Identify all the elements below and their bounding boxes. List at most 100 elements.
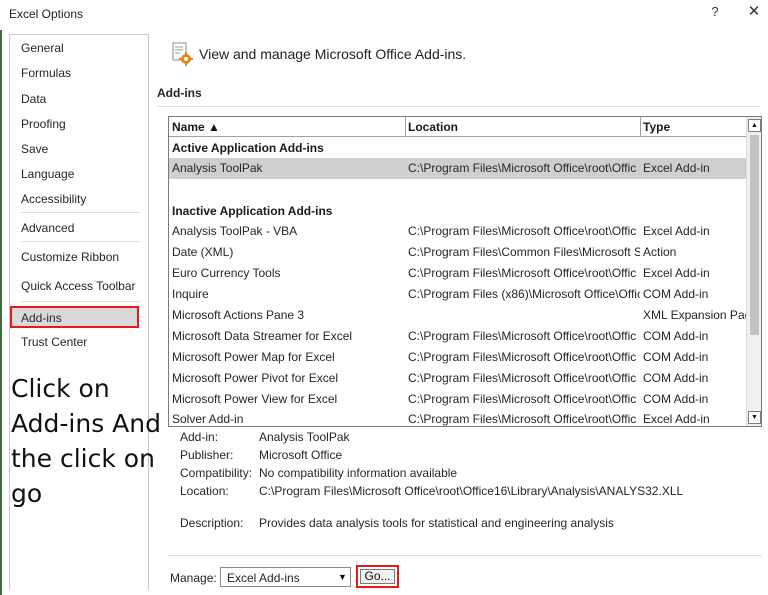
table-row[interactable]: Date (XML) C:\Program Files\Common Files… [169,242,746,263]
add-ins-list[interactable]: Name ▲ Location Type Active Application … [168,116,762,427]
list-header: Name ▲ Location Type [169,117,746,137]
scroll-up-icon[interactable]: ▲ [748,119,761,132]
cell-location: C:\Program Files\Microsoft Office\root\O… [408,329,637,343]
annotation-line: Add-ins And [11,409,161,438]
scroll-down-icon[interactable]: ▼ [748,411,761,424]
chevron-down-icon: ▼ [338,572,347,582]
table-row[interactable]: Microsoft Power View for Excel C:\Progra… [169,389,746,410]
sidebar-divider [20,301,141,302]
section-title: Add-ins [157,86,202,100]
cell-name: Microsoft Actions Pane 3 [172,308,305,322]
sidebar-divider [20,241,141,242]
annotation-line: the click on [11,444,155,473]
cell-location: C:\Program Files\Microsoft Office\root\O… [408,224,637,238]
cell-type: XML Expansion Pack [643,308,747,322]
cell-type: COM Add-in [643,371,709,385]
cell-location: C:\Program Files\Microsoft Office\root\O… [408,350,637,364]
cell-location: C:\Program Files\Microsoft Office\root\O… [408,371,637,385]
detail-label-compatibility: Compatibility: [180,466,253,480]
cell-name: Analysis ToolPak - VBA [172,224,298,238]
window-edge [0,30,2,595]
manage-dropdown[interactable]: Excel Add-ins ▼ [220,567,351,587]
detail-label-addin: Add-in: [180,430,219,444]
column-header-type[interactable]: Type [643,120,670,134]
page-heading: View and manage Microsoft Office Add-ins… [199,46,467,62]
sidebar-item-save[interactable]: Save [21,142,48,156]
cell-name: Microsoft Data Streamer for Excel [172,329,353,343]
cell-type: COM Add-in [643,329,709,343]
footer-divider [168,555,762,556]
manage-label: Manage: [170,571,217,585]
cell-type: Excel Add-in [643,224,710,238]
detail-value-description: Provides data analysis tools for statist… [259,516,614,530]
window-title: Excel Options [9,7,84,21]
cell-type: Action [643,245,677,259]
cell-location: C:\Program Files\Microsoft Office\root\O… [408,412,637,426]
title-bar: Excel Options ? ✕ [0,0,768,28]
cell-name: Euro Currency Tools [172,266,281,280]
detail-label-description: Description: [180,516,244,530]
table-row[interactable]: Inquire C:\Program Files (x86)\Microsoft… [169,284,746,305]
annotation-line: Click on [11,374,110,403]
sidebar-item-proofing[interactable]: Proofing [21,117,66,131]
cell-type: COM Add-in [643,287,709,301]
cell-location: C:\Program Files (x86)\Microsoft Office\… [408,287,640,301]
cell-type: Excel Add-in [643,412,710,426]
sidebar-item-advanced[interactable]: Advanced [21,221,74,235]
detail-value-compatibility: No compatibility information available [259,466,458,480]
table-row[interactable]: Analysis ToolPak - VBA C:\Program Files\… [169,221,746,242]
detail-value-addin: Analysis ToolPak [259,430,350,444]
cell-type: Excel Add-in [643,161,710,175]
table-row[interactable]: Euro Currency Tools C:\Program Files\Mic… [169,263,746,284]
detail-value-publisher: Microsoft Office [259,448,343,462]
cell-type: Excel Add-in [643,266,710,280]
cell-name: Inquire [172,287,209,301]
detail-label-publisher: Publisher: [180,448,234,462]
cell-location: C:\Program Files\Microsoft Office\root\O… [408,266,637,280]
table-row[interactable]: Microsoft Actions Pane 3 XML Expansion P… [169,305,747,326]
table-row[interactable]: Analysis ToolPak C:\Program Files\Micros… [169,158,746,179]
column-header-name[interactable]: Name ▲ [172,120,220,134]
help-icon[interactable]: ? [708,4,722,19]
column-divider[interactable] [640,117,641,137]
cell-name: Analysis ToolPak [172,161,263,175]
add-ins-icon [172,42,193,66]
cell-location: C:\Program Files\Common Files\Microsoft … [408,245,640,259]
column-divider[interactable] [405,117,406,137]
scroll-thumb[interactable] [750,135,759,335]
section-divider [157,106,761,107]
cell-name: Microsoft Power Pivot for Excel [172,371,339,385]
detail-label-location: Location: [180,484,229,498]
sidebar-item-accessibility[interactable]: Accessibility [21,192,86,206]
sidebar-item-formulas[interactable]: Formulas [21,66,71,80]
manage-dropdown-value: Excel Add-ins [227,571,300,585]
cell-type: COM Add-in [643,350,709,364]
column-header-location[interactable]: Location [408,120,458,134]
sidebar-item-language[interactable]: Language [21,167,74,181]
sidebar-item-data[interactable]: Data [21,92,46,106]
cell-name: Date (XML) [172,245,234,259]
sidebar-item-trust-center[interactable]: Trust Center [21,335,87,349]
table-row[interactable]: Microsoft Power Pivot for Excel C:\Progr… [169,368,746,389]
sidebar-item-general[interactable]: General [21,41,64,55]
table-row[interactable]: Microsoft Power Map for Excel C:\Program… [169,347,746,368]
instruction-annotation: Click on Add-ins And the click on go [11,371,161,511]
table-row[interactable]: Microsoft Data Streamer for Excel C:\Pro… [169,326,746,347]
sidebar-divider [20,212,141,213]
cell-type: COM Add-in [643,392,709,406]
sidebar-item-quick-access-toolbar[interactable]: Quick Access Toolbar [21,279,136,293]
group-label-inactive: Inactive Application Add-ins [172,204,333,218]
go-button[interactable]: Go... [356,565,399,588]
go-button-label: Go... [360,569,395,584]
group-label-active: Active Application Add-ins [172,141,324,155]
cell-name: Solver Add-in [172,412,244,426]
close-icon[interactable]: ✕ [746,2,762,20]
list-scrollbar[interactable]: ▲ ▼ [746,117,761,426]
cell-location: C:\Program Files\Microsoft Office\root\O… [408,392,637,406]
table-row[interactable]: Solver Add-in C:\Program Files\Microsoft… [169,409,746,426]
sidebar-item-customize-ribbon[interactable]: Customize Ribbon [21,250,119,264]
sidebar-item-add-ins[interactable]: Add-ins [10,306,139,328]
cell-location: C:\Program Files\Microsoft Office\root\O… [408,161,637,175]
cell-name: Microsoft Power Map for Excel [172,350,335,364]
annotation-line: go [11,479,43,508]
